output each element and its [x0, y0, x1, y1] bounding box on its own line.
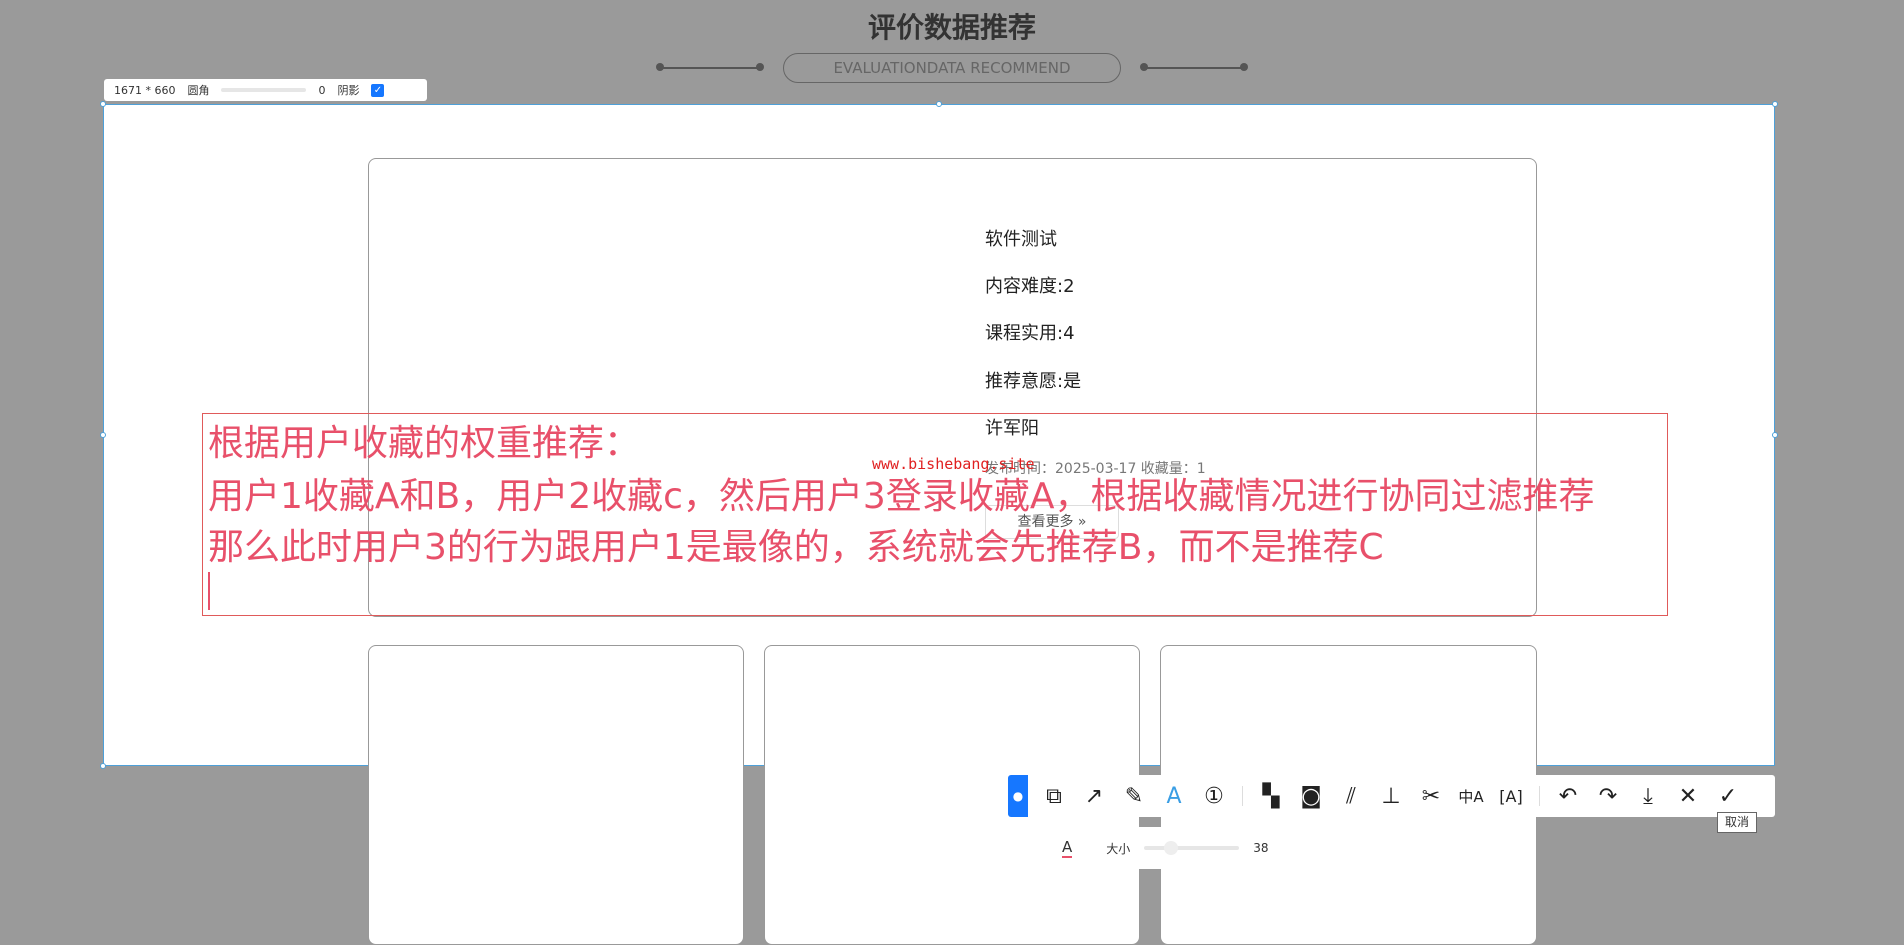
- annotation-toolbar: ● ⧉ ↗ ✎ A ① ▚ ◙ ⫽ ⊥ ✂ 中A [A] ↶ ↷ ⤓ ✕ ✓: [1008, 775, 1775, 817]
- annotation-line: 根据用户收藏的权重推荐：: [208, 423, 641, 464]
- cut-icon[interactable]: ✂: [1411, 784, 1451, 809]
- size-value: 38: [1253, 841, 1269, 855]
- number-icon[interactable]: ①: [1194, 784, 1234, 809]
- text-icon[interactable]: A: [1154, 784, 1194, 809]
- difficulty: 内容难度:2: [985, 276, 1075, 297]
- redo-icon[interactable]: ↷: [1588, 784, 1628, 809]
- size-slider[interactable]: [1144, 841, 1240, 855]
- shadow-label: 阴影: [337, 84, 360, 97]
- close-icon[interactable]: ✕: [1668, 784, 1708, 809]
- radius-label: 圆角: [187, 84, 210, 97]
- resize-handle[interactable]: [1772, 432, 1778, 438]
- pin-icon[interactable]: ⊥: [1371, 784, 1411, 809]
- divider-dot: [756, 63, 764, 71]
- resize-handle[interactable]: [100, 432, 106, 438]
- page-title: 评价数据推荐: [867, 11, 1036, 44]
- watermark: www.bishebang.site: [872, 455, 1035, 473]
- download-icon[interactable]: ⤓: [1628, 784, 1668, 809]
- tooltip: 取消: [1717, 812, 1757, 833]
- blur-icon[interactable]: ◙: [1291, 784, 1331, 809]
- divider: [1242, 786, 1243, 806]
- annotation-line: 那么此时用户3的行为跟用户1是最像的，系统就会先推荐B，而不是推荐C: [208, 527, 1384, 568]
- shadow-checkbox[interactable]: ✓: [371, 83, 385, 97]
- text-options-panel: A 大小 38: [1042, 827, 1303, 869]
- ocr-icon[interactable]: [A]: [1491, 787, 1531, 806]
- resize-handle[interactable]: [100, 763, 106, 769]
- resize-handle[interactable]: [100, 101, 106, 107]
- hatch-icon[interactable]: ⫽: [1331, 784, 1371, 809]
- recommend-willing: 推荐意愿:是: [985, 371, 1082, 392]
- divider-dot: [1240, 63, 1248, 71]
- capture-size: 1671 * 660: [114, 83, 176, 97]
- mosaic-icon[interactable]: ▚: [1251, 784, 1291, 809]
- divider: [1539, 786, 1540, 806]
- arrow-icon[interactable]: ↗: [1074, 784, 1114, 809]
- confirm-icon[interactable]: ✓: [1708, 784, 1748, 809]
- shape-icon[interactable]: ⧉: [1034, 784, 1074, 809]
- radius-value: 0: [318, 83, 326, 97]
- pencil-icon[interactable]: ✎: [1114, 784, 1154, 809]
- resize-handle[interactable]: [1772, 101, 1778, 107]
- radius-slider[interactable]: [221, 88, 307, 92]
- practicality: 课程实用:4: [985, 323, 1075, 344]
- text-color-picker[interactable]: A: [1062, 838, 1073, 858]
- divider-line: [1144, 67, 1244, 69]
- course-name: 软件测试: [985, 229, 1057, 250]
- translate-icon[interactable]: 中A: [1451, 786, 1491, 807]
- pin-toolbar-icon[interactable]: ●: [1008, 775, 1028, 817]
- card: [368, 645, 744, 945]
- slider-knob[interactable]: [1164, 841, 1179, 855]
- divider-line: [660, 67, 760, 69]
- undo-icon[interactable]: ↶: [1548, 784, 1588, 809]
- annotation-line: 用户1收藏A和B，用户2收藏c，然后用户3登录收藏A，根据收藏情况进行协同过滤推…: [208, 476, 1595, 517]
- capture-settings-bar: 1671 * 660 圆角 0 阴影 ✓: [104, 79, 427, 101]
- page-subtitle: EVALUATIONDATA RECOMMEND: [783, 53, 1121, 83]
- text-caret: [208, 572, 210, 610]
- size-label: 大小: [1106, 841, 1131, 856]
- resize-handle[interactable]: [936, 101, 942, 107]
